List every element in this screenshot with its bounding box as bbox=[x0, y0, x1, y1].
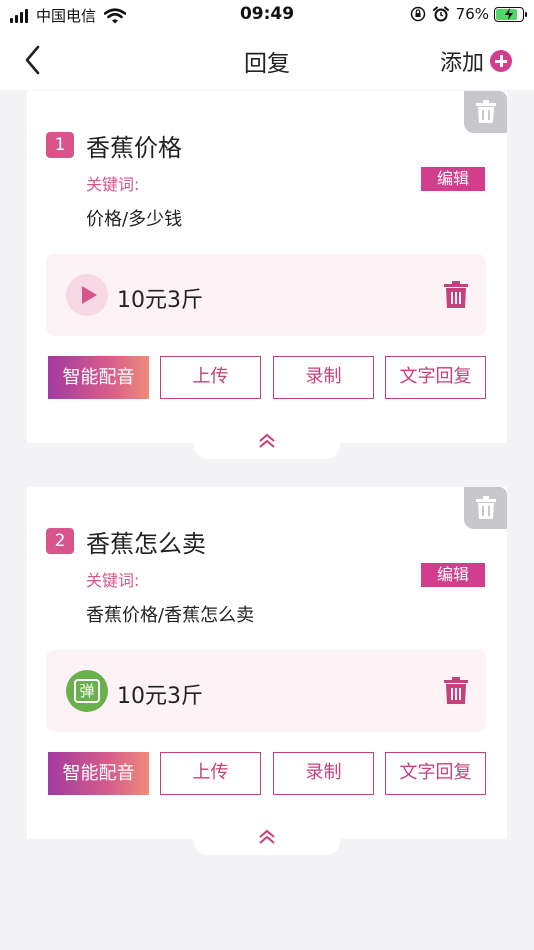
status-bar: 中国电信 09:49 76% bbox=[0, 0, 534, 30]
upload-button[interactable]: 上传 bbox=[160, 752, 261, 795]
record-button[interactable]: 录制 bbox=[273, 356, 374, 399]
reply-card: 2 香蕉怎么卖 关键词: 编辑 香蕉价格/香蕉怎么卖 弹 10元3斤 智能配音 … bbox=[27, 487, 507, 855]
trash-icon bbox=[475, 100, 496, 123]
trash-icon[interactable] bbox=[444, 677, 468, 705]
play-icon[interactable] bbox=[66, 274, 108, 316]
reply-text: 10元3斤 bbox=[117, 684, 203, 709]
keyword-label: 关键词: bbox=[86, 571, 140, 590]
double-chevron-up-icon bbox=[259, 829, 275, 844]
keyword-label: 关键词: bbox=[86, 175, 140, 194]
collapse-button[interactable] bbox=[194, 427, 340, 459]
delete-card-button[interactable] bbox=[464, 487, 507, 529]
delete-card-button[interactable] bbox=[464, 91, 507, 133]
text-reply-button[interactable]: 文字回复 bbox=[385, 752, 486, 795]
reply-content-box: 弹 10元3斤 bbox=[46, 650, 486, 732]
reply-text: 10元3斤 bbox=[117, 288, 203, 313]
add-label: 添加 bbox=[439, 51, 484, 76]
smart-voice-button[interactable]: 智能配音 bbox=[48, 356, 149, 399]
text-reply-button[interactable]: 文字回复 bbox=[385, 356, 486, 399]
edit-keywords-button[interactable]: 编辑 bbox=[421, 563, 485, 587]
status-right: 76% bbox=[410, 5, 527, 23]
keyword-value: 价格/多少钱 bbox=[86, 209, 183, 230]
collapse-button[interactable] bbox=[194, 823, 340, 855]
battery-percent: 76% bbox=[455, 5, 489, 23]
danmu-icon: 弹 bbox=[66, 670, 108, 712]
reply-title: 香蕉怎么卖 bbox=[86, 530, 206, 558]
plus-circle-icon bbox=[490, 50, 512, 72]
upload-button[interactable]: 上传 bbox=[160, 356, 261, 399]
add-reply-button[interactable]: 添加 bbox=[440, 45, 512, 77]
double-chevron-up-icon bbox=[259, 433, 275, 448]
alarm-icon bbox=[432, 6, 449, 22]
reply-number-badge: 1 bbox=[46, 132, 74, 158]
battery-icon bbox=[494, 6, 527, 22]
keyword-value: 香蕉价格/香蕉怎么卖 bbox=[86, 605, 255, 626]
reply-action-row: 智能配音 上传 录制 文字回复 bbox=[48, 356, 486, 399]
danmu-glyph: 弹 bbox=[74, 679, 100, 703]
smart-voice-button[interactable]: 智能配音 bbox=[48, 752, 149, 795]
record-button[interactable]: 录制 bbox=[273, 752, 374, 795]
nav-bar: 回复 添加 bbox=[0, 30, 534, 90]
reply-card: 1 香蕉价格 关键词: 编辑 价格/多少钱 10元3斤 智能配音 上传 录制 文… bbox=[27, 91, 507, 459]
reply-title: 香蕉价格 bbox=[86, 134, 182, 162]
edit-keywords-button[interactable]: 编辑 bbox=[421, 167, 485, 191]
reply-content-box: 10元3斤 bbox=[46, 254, 486, 336]
reply-number-badge: 2 bbox=[46, 528, 74, 554]
orientation-lock-icon bbox=[410, 6, 425, 22]
reply-action-row: 智能配音 上传 录制 文字回复 bbox=[48, 752, 486, 795]
trash-icon[interactable] bbox=[444, 281, 468, 309]
trash-icon bbox=[475, 496, 496, 519]
